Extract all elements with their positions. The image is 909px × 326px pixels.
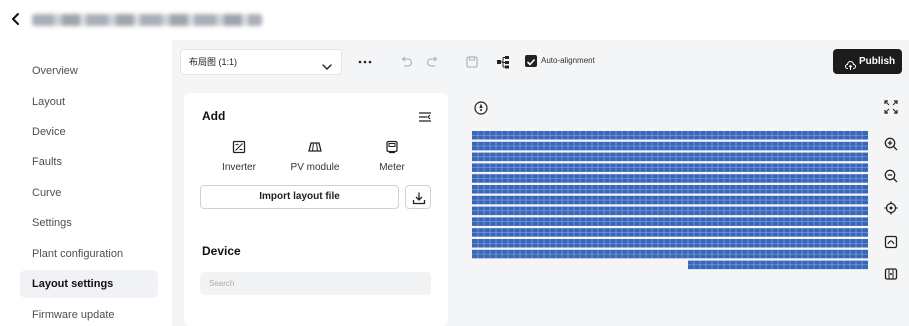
sidebar-item-label: Firmware update — [32, 309, 115, 321]
locate-icon[interactable] — [884, 201, 898, 215]
upload-cloud-icon — [845, 56, 856, 70]
editor-toolbar: 布局图 (1:1) Auto-alignment Publish — [172, 40, 909, 84]
sidebar-item-label: Settings — [32, 217, 72, 229]
layout-canvas[interactable] — [462, 93, 868, 326]
add-meter-button[interactable]: Meter — [372, 140, 412, 173]
add-pv-module-button[interactable]: PV module — [285, 140, 345, 173]
layout-select-value: 布局图 (1:1) — [189, 57, 238, 67]
top-bar — [0, 0, 909, 40]
add-panel: Add Inverter PV module Meter Import layo… — [184, 93, 448, 326]
save-icon[interactable] — [464, 54, 480, 70]
sidebar-item-device[interactable]: Device — [20, 118, 158, 146]
auto-alignment-label: Auto-alignment — [541, 56, 595, 65]
sidebar-item-plant-configuration[interactable]: Plant configuration — [20, 240, 158, 268]
sidebar-item-curve[interactable]: Curve — [20, 179, 158, 207]
import-label: Import layout file — [259, 191, 340, 202]
meter-icon — [385, 140, 399, 154]
layout-select[interactable]: 布局图 (1:1) — [180, 49, 342, 75]
sidebar-item-layout-settings[interactable]: Layout settings — [20, 270, 158, 298]
fullscreen-icon[interactable] — [884, 100, 898, 114]
auto-alignment-checkbox[interactable] — [525, 55, 537, 67]
chevron-down-icon — [321, 57, 333, 70]
add-inverter-button[interactable]: Inverter — [215, 140, 263, 173]
sidebar-item-label: Curve — [32, 187, 62, 199]
add-item-label: Inverter — [222, 162, 256, 173]
compass-icon — [474, 101, 488, 115]
download-icon — [412, 192, 426, 205]
sidebar-item-label: Overview — [32, 65, 78, 77]
more-horizontal-icon[interactable] — [357, 54, 373, 70]
device-search-input[interactable] — [200, 272, 431, 295]
sidebar-item-label: Device — [32, 126, 66, 138]
inverter-icon — [232, 140, 246, 154]
sidebar-item-overview[interactable]: Overview — [20, 57, 158, 85]
sidebar-item-firmware-update[interactable]: Firmware update — [20, 301, 158, 326]
sidebar-item-label: Faults — [32, 156, 62, 168]
sidebar-item-faults[interactable]: Faults — [20, 148, 158, 176]
add-item-label: PV module — [290, 162, 340, 173]
sidebar-item-label: Layout — [32, 96, 66, 108]
add-title: Add — [202, 109, 226, 123]
zoom-out-icon[interactable] — [884, 169, 898, 183]
sidebar-item-settings[interactable]: Settings — [20, 209, 158, 237]
sidebar-item-label: Layout settings — [32, 278, 114, 290]
main-area: 布局图 (1:1) Auto-alignment Publish Add Inv… — [172, 40, 909, 326]
fit-view-icon[interactable] — [884, 235, 898, 249]
undo-icon[interactable] — [398, 54, 414, 70]
page-title-redacted — [32, 14, 262, 26]
collapse-list-icon[interactable] — [418, 110, 432, 122]
sidebar-item-layout[interactable]: Layout — [20, 88, 158, 116]
publish-label: Publish — [859, 56, 896, 67]
import-layout-file-button[interactable]: Import layout file — [200, 185, 399, 209]
pv-array[interactable] — [472, 131, 868, 271]
layers-icon[interactable] — [884, 267, 898, 281]
sidebar: Overview Layout Device Faults Curve Sett… — [0, 40, 172, 326]
download-template-button[interactable] — [405, 185, 431, 209]
sidebar-item-label: Plant configuration — [32, 248, 124, 260]
pv-module-icon — [308, 140, 322, 154]
device-title: Device — [202, 244, 241, 258]
redo-icon[interactable] — [425, 54, 441, 70]
publish-button[interactable]: Publish — [833, 49, 902, 74]
chevron-left-icon[interactable] — [8, 11, 24, 27]
zoom-in-icon[interactable] — [884, 137, 898, 151]
add-item-label: Meter — [379, 162, 405, 173]
hierarchy-icon[interactable] — [495, 54, 511, 70]
